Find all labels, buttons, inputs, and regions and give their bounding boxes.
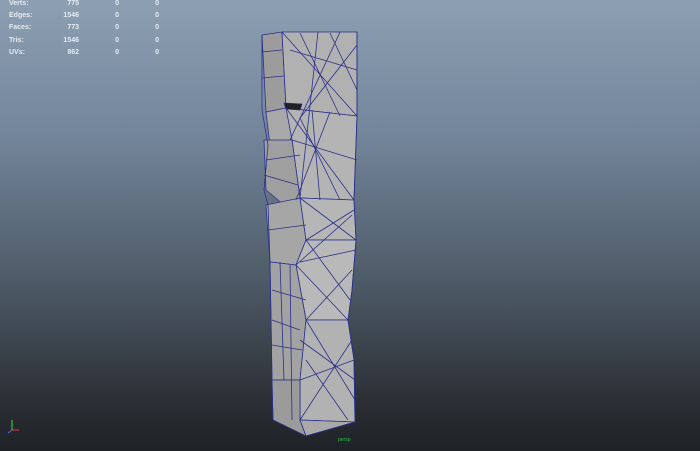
camera-name-label: persp: [338, 437, 351, 443]
view-axis-indicator-icon: [7, 420, 19, 434]
pillar-mesh[interactable]: [261, 31, 358, 437]
3d-viewport[interactable]: [0, 0, 700, 451]
